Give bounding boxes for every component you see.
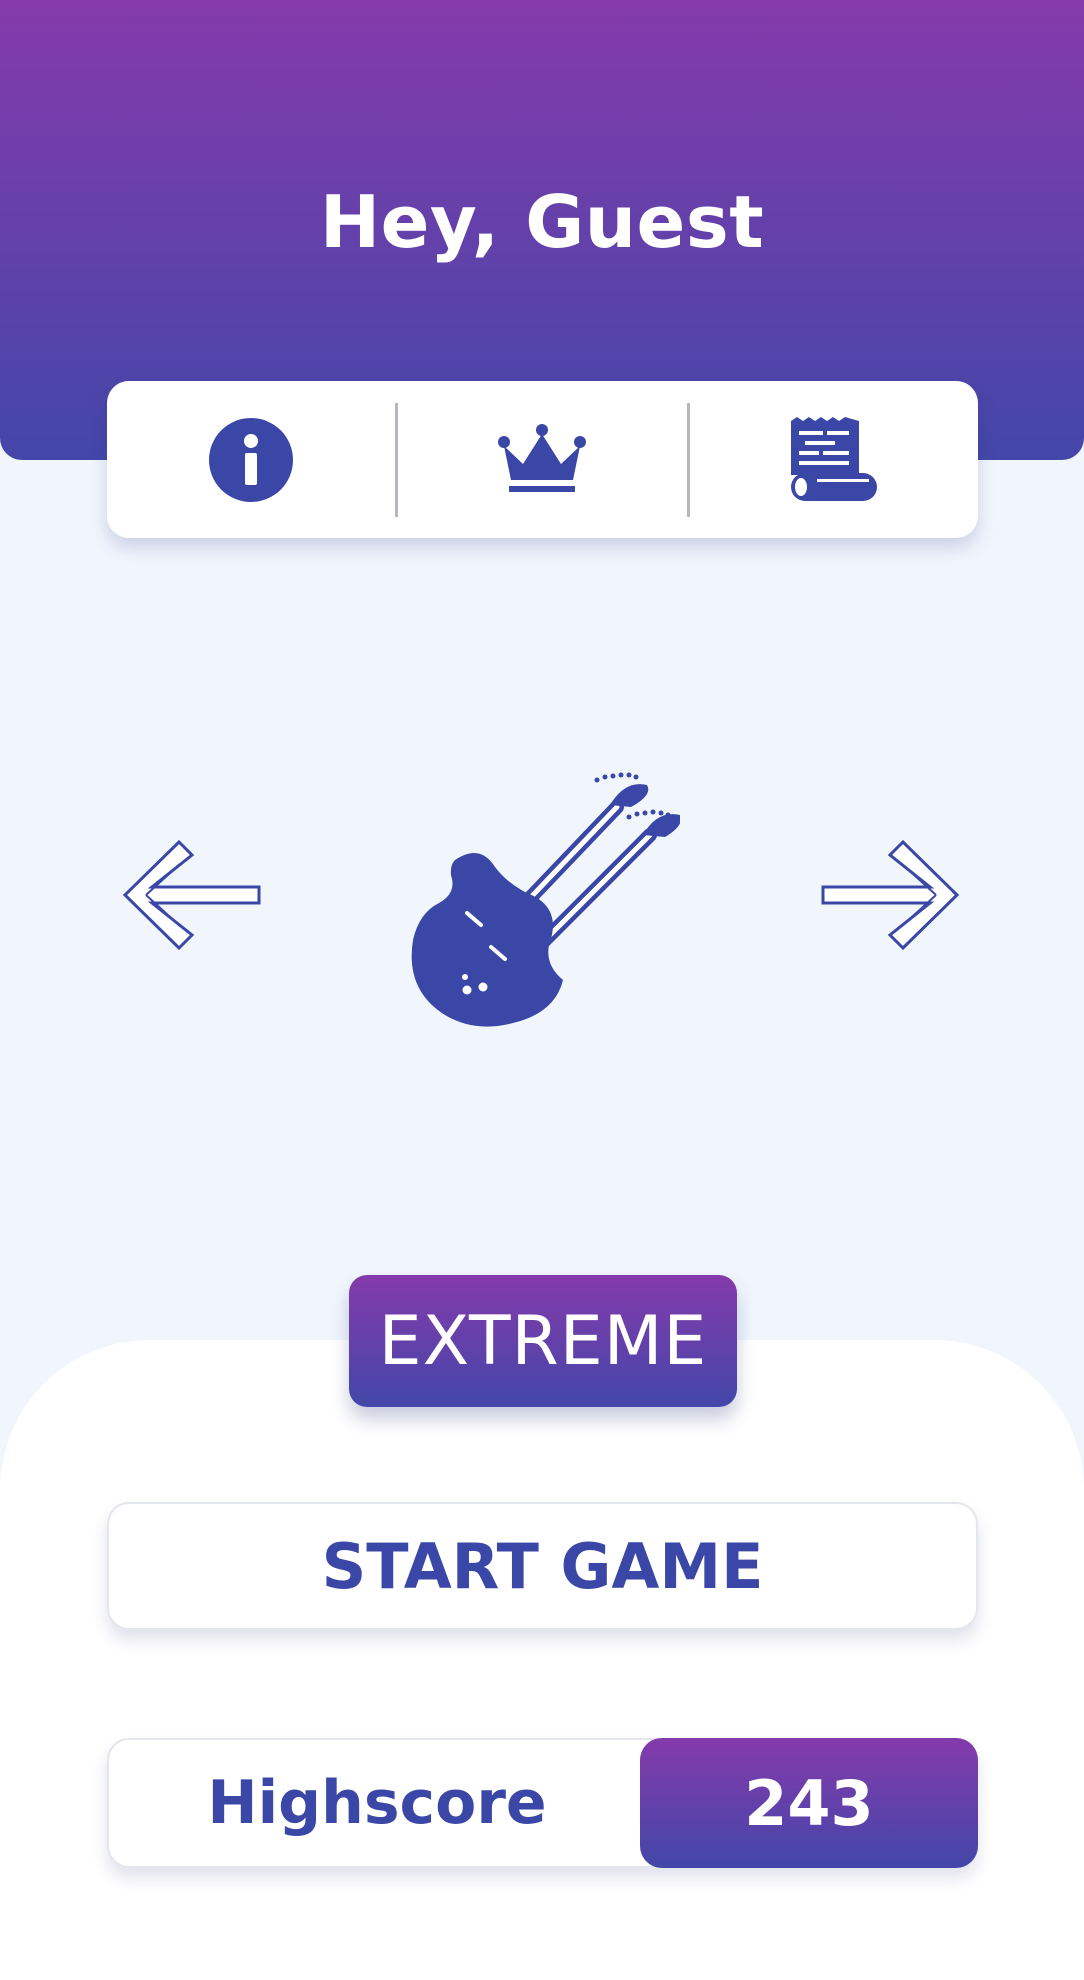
crown-icon xyxy=(498,423,587,492)
bottom-panel xyxy=(0,1340,1084,1980)
history-button[interactable] xyxy=(690,381,978,538)
double-neck-guitar-icon xyxy=(411,772,680,1027)
highscore-value: 243 xyxy=(640,1738,978,1868)
difficulty-selector[interactable]: EXTREME xyxy=(349,1275,737,1407)
scroll-icon xyxy=(790,416,877,501)
toolbar xyxy=(107,381,978,538)
highscore-label: Highscore xyxy=(207,1768,547,1838)
leaderboard-button[interactable] xyxy=(398,381,686,538)
greeting-title: Hey, Guest xyxy=(319,180,765,264)
arrow-right-icon xyxy=(821,839,960,951)
previous-instrument-button[interactable] xyxy=(122,839,262,951)
next-instrument-button[interactable] xyxy=(820,839,960,951)
highscore-box: Highscore 243 xyxy=(107,1738,978,1868)
info-button[interactable] xyxy=(107,381,395,538)
info-icon xyxy=(209,417,294,502)
start-game-button[interactable]: START GAME xyxy=(107,1502,978,1630)
arrow-left-icon xyxy=(122,839,261,951)
